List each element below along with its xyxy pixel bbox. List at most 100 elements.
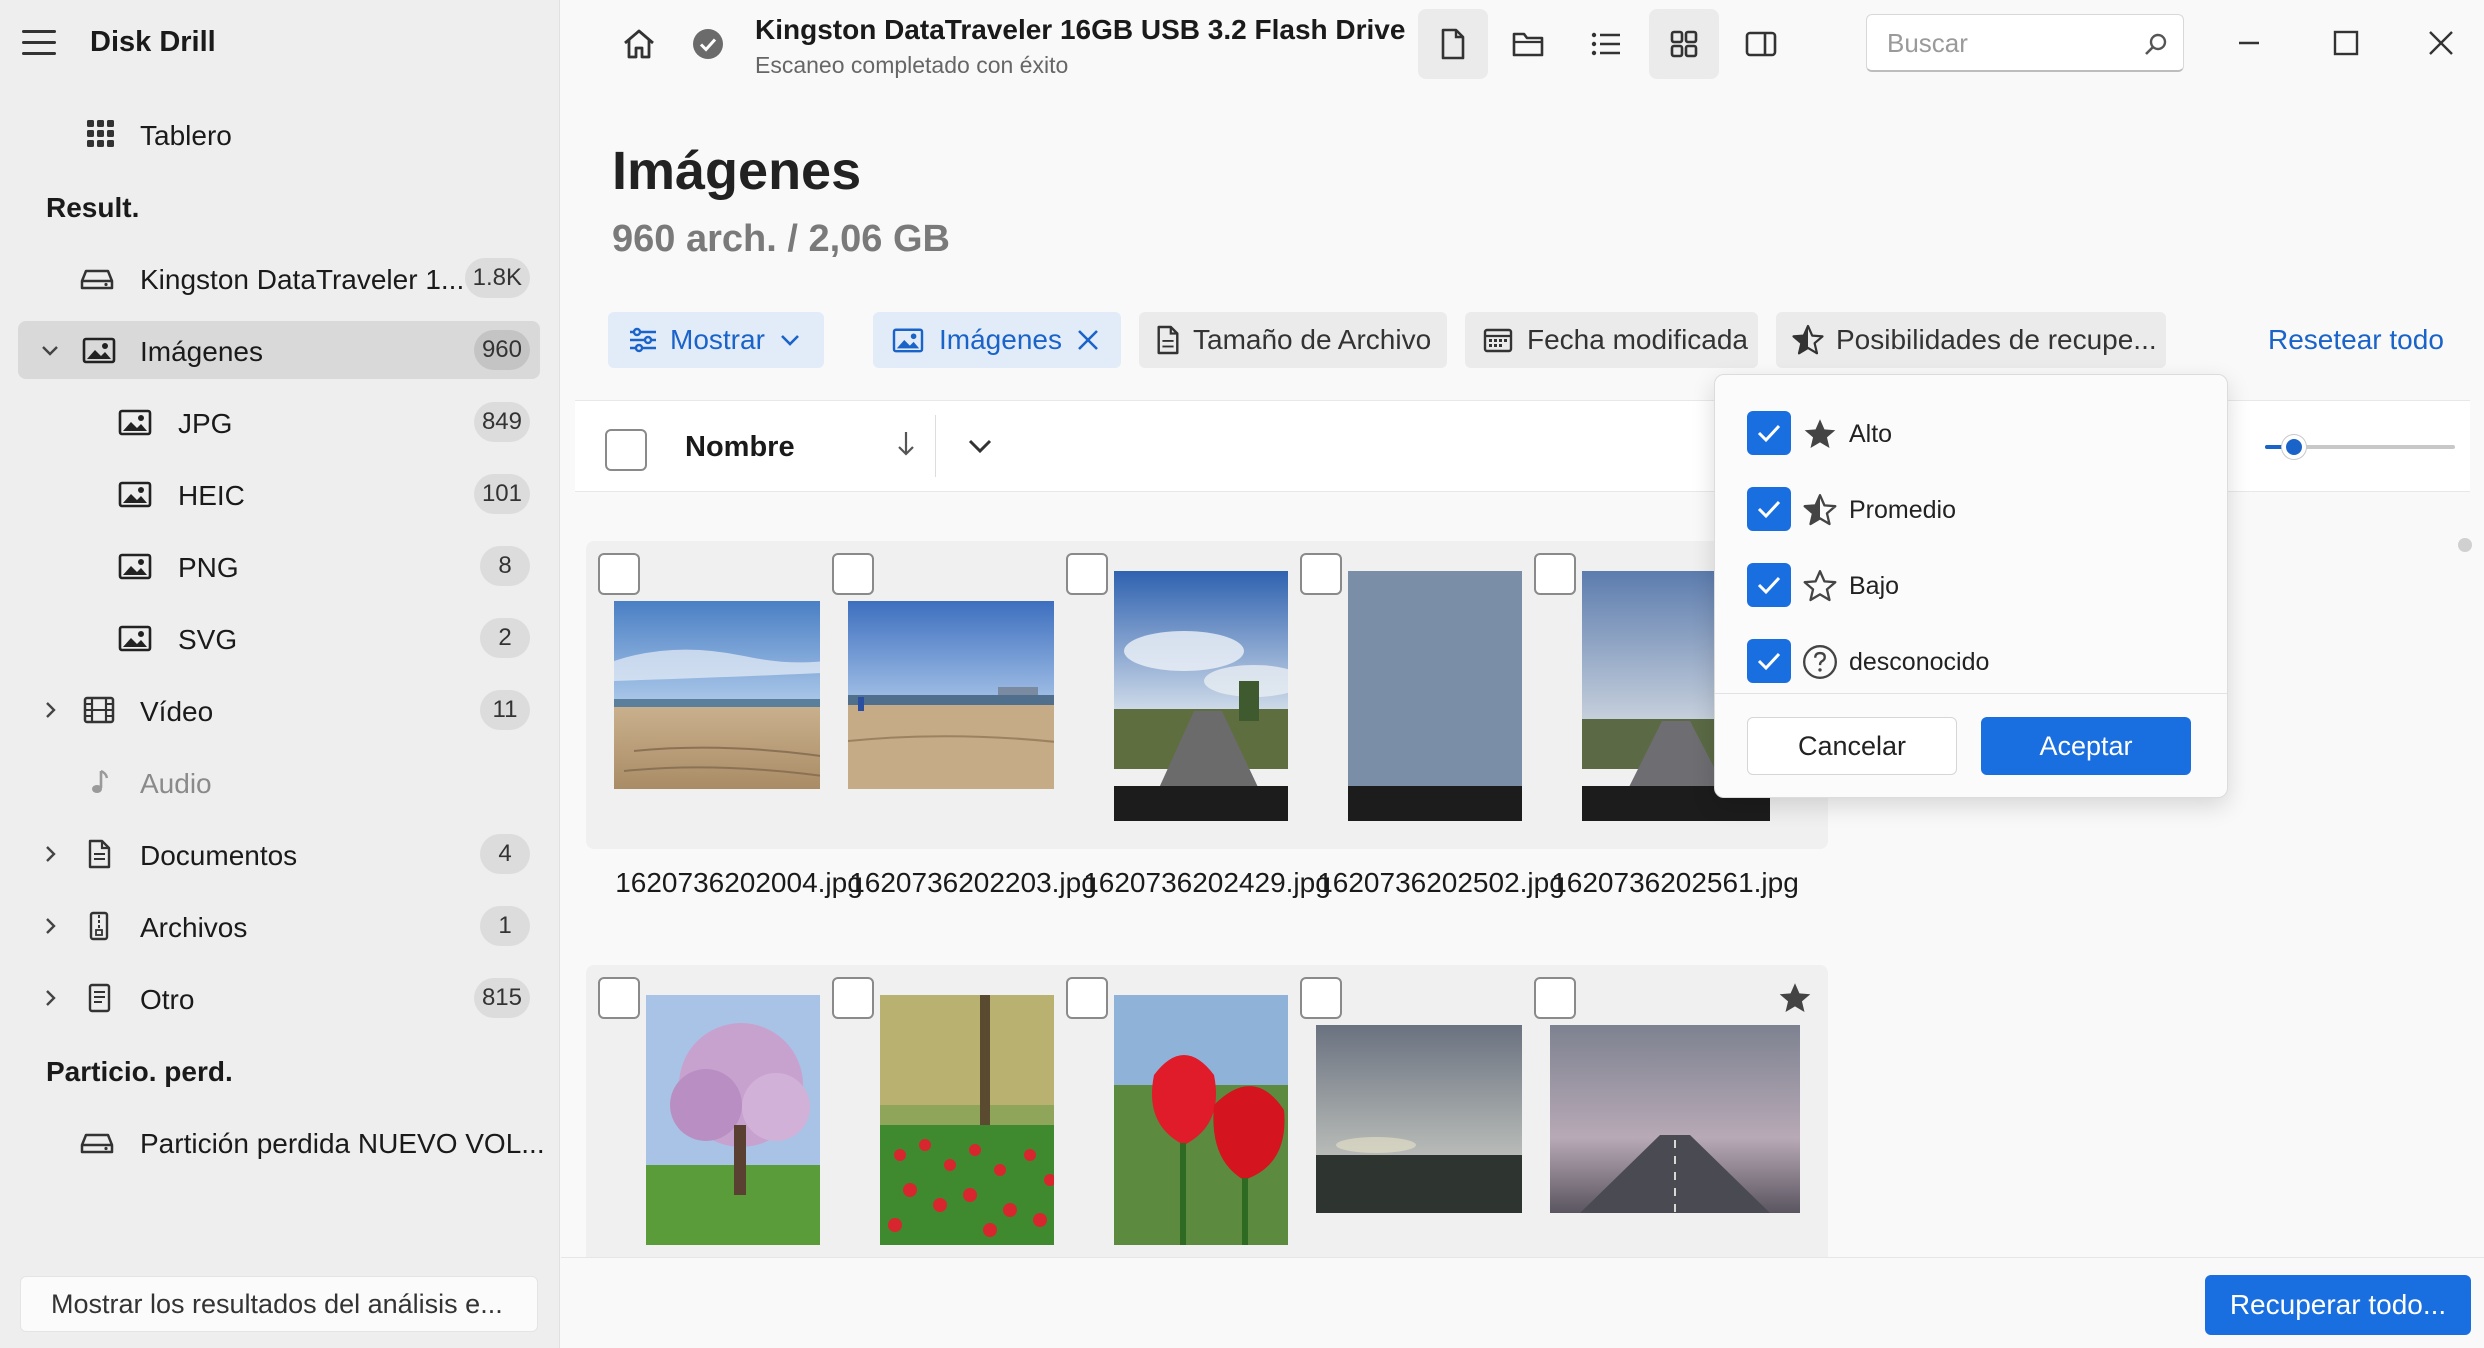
file-checkbox[interactable] <box>832 553 874 595</box>
search-field[interactable] <box>1866 14 2184 72</box>
cancel-button[interactable]: Cancelar <box>1747 717 1957 775</box>
scrollbar-indicator[interactable] <box>2458 538 2472 552</box>
question-circle-icon <box>1803 645 1837 679</box>
file-checkbox[interactable] <box>1300 977 1342 1019</box>
sidebar-item-drive[interactable]: Kingston DataTraveler 1... 1.8K <box>18 249 540 307</box>
sidebar-item-images[interactable]: Imágenes 960 <box>18 321 540 379</box>
date-modified-filter-button[interactable]: Fecha modificada <box>1465 312 1758 368</box>
chevron-right-icon[interactable] <box>38 681 62 739</box>
option-unknown[interactable]: desconocido <box>1747 637 2187 685</box>
recover-all-button[interactable]: Recuperar todo... <box>2205 1275 2471 1335</box>
checkmark-icon <box>1757 652 1781 671</box>
sidebar-item-video[interactable]: Vídeo 11 <box>18 681 540 739</box>
sidebar-item-label: PNG <box>178 552 239 583</box>
accept-button[interactable]: Aceptar <box>1981 717 2191 775</box>
sliders-icon <box>630 327 656 353</box>
chevron-down-icon[interactable] <box>38 321 62 379</box>
sidebar-item-label: JPG <box>178 408 233 439</box>
sidebar-item-archives[interactable]: Archivos 1 <box>18 897 540 955</box>
sidebar-item-label: Partición perdida NUEVO VOL... <box>140 1128 545 1159</box>
file-view-button[interactable] <box>1418 9 1488 79</box>
star-filled-icon <box>1804 419 1836 449</box>
home-button[interactable] <box>604 9 674 79</box>
sort-down-icon[interactable] <box>895 429 917 459</box>
images-filter-chip[interactable]: Imágenes <box>873 312 1121 368</box>
sidebar-item-png[interactable]: PNG 8 <box>18 537 540 595</box>
slider-thumb[interactable] <box>2282 435 2306 459</box>
sidebar-item-svg[interactable]: SVG 2 <box>18 609 540 667</box>
reset-all-link[interactable]: Resetear todo <box>2268 324 2444 356</box>
file-checkbox[interactable] <box>1534 553 1576 595</box>
minimize-icon <box>2239 41 2259 45</box>
list-view-button[interactable] <box>1571 9 1641 79</box>
road-thumbnail <box>1114 571 1302 821</box>
close-icon[interactable] <box>1076 328 1100 352</box>
folder-view-button[interactable] <box>1493 9 1563 79</box>
sidebar-item-dashboard[interactable]: Tablero <box>18 105 540 163</box>
file-checkbox[interactable] <box>1066 553 1108 595</box>
count-badge: 8 <box>480 546 530 586</box>
chevron-down-icon[interactable] <box>965 431 995 461</box>
drive-title: Kingston DataTraveler 16GB USB 3.2 Flash… <box>755 14 1406 45</box>
sidebar-item-label: Audio <box>140 768 212 799</box>
close-window-button[interactable] <box>2406 14 2476 72</box>
checkbox-checked[interactable] <box>1747 487 1791 531</box>
maximize-icon <box>2333 30 2359 56</box>
star-half-icon <box>1792 324 1824 355</box>
file-checkbox[interactable] <box>832 977 874 1019</box>
option-low[interactable]: Bajo <box>1747 561 2187 609</box>
name-column-header[interactable]: Nombre <box>685 431 795 464</box>
minimize-button[interactable] <box>2214 14 2284 72</box>
image-icon <box>118 409 152 436</box>
dusk-road-thumbnail <box>1550 1025 1800 1213</box>
maximize-button[interactable] <box>2311 14 2381 72</box>
sidebar-item-audio[interactable]: Audio <box>18 753 540 811</box>
footer-bar <box>561 1257 2484 1348</box>
chevron-right-icon[interactable] <box>38 969 62 1027</box>
file-name: 1620736202561.jpg <box>1551 867 1799 898</box>
music-note-icon <box>92 769 109 793</box>
menu-icon[interactable] <box>22 30 56 56</box>
file-checkbox[interactable] <box>1300 553 1342 595</box>
search-input[interactable] <box>1887 25 2127 61</box>
recovery-chances-filter-button[interactable]: Posibilidades de recupe... <box>1776 312 2166 368</box>
document-icon <box>1157 325 1179 355</box>
sidebar-item-documents[interactable]: Documentos 4 <box>18 825 540 883</box>
sidebar-item-lost-partition[interactable]: Partición perdida NUEVO VOL... <box>18 1113 545 1171</box>
checkbox-checked[interactable] <box>1747 411 1791 455</box>
checkbox-checked[interactable] <box>1747 639 1791 683</box>
file-checkbox[interactable] <box>598 553 640 595</box>
sidebar-item-other[interactable]: Otro 815 <box>18 969 540 1027</box>
chevron-right-icon[interactable] <box>38 825 62 883</box>
sidebar-item-heic[interactable]: HEIC 101 <box>18 465 540 523</box>
show-filter-button[interactable]: Mostrar <box>608 312 824 368</box>
dashboard-grid-icon <box>87 120 114 147</box>
divider <box>1715 693 2227 694</box>
option-label: Alto <box>1849 420 1893 448</box>
chevron-right-icon[interactable] <box>38 897 62 955</box>
file-checkbox[interactable] <box>1534 977 1576 1019</box>
option-high[interactable]: Alto <box>1747 409 2187 457</box>
thumbnail-size-slider[interactable] <box>2265 435 2455 459</box>
file-size-filter-button[interactable]: Tamaño de Archivo <box>1139 312 1447 368</box>
sidebar-item-jpg[interactable]: JPG 849 <box>18 393 540 451</box>
sidebar-header: Disk Drill <box>0 0 560 88</box>
checkbox-checked[interactable] <box>1747 563 1791 607</box>
sidebar: Disk Drill Tablero Result. Kingston Data… <box>0 0 560 1348</box>
file-checkbox[interactable] <box>598 977 640 1019</box>
select-all-checkbox[interactable] <box>605 429 647 471</box>
file-checkbox[interactable] <box>1066 977 1108 1019</box>
list-icon <box>1591 32 1620 56</box>
preview-panel-button[interactable] <box>1726 9 1796 79</box>
show-analysis-results-button[interactable]: Mostrar los resultados del análisis e... <box>20 1276 538 1332</box>
star-filled-icon <box>1779 983 1811 1013</box>
grid-view-button[interactable] <box>1649 9 1719 79</box>
recovery-chances-filter-label: Posibilidades de recupe... <box>1836 324 2157 355</box>
image-icon <box>82 337 116 364</box>
images-filter-label: Imágenes <box>939 324 1062 355</box>
film-icon <box>83 696 115 724</box>
count-badge: 960 <box>473 330 530 370</box>
search-icon[interactable] <box>2143 31 2169 57</box>
option-average[interactable]: Promedio <box>1747 485 2187 533</box>
file-card[interactable] <box>1522 965 1828 1257</box>
